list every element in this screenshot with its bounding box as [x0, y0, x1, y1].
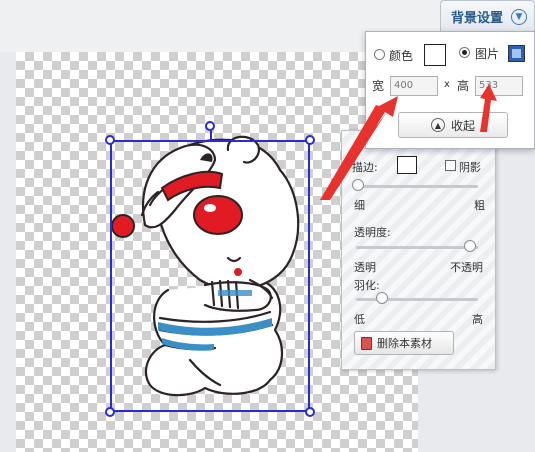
shadow-label: 阴影: [459, 161, 481, 174]
resize-handle-bottom-right[interactable]: [305, 407, 315, 417]
width-label: 宽: [372, 79, 385, 93]
shadow-checkbox[interactable]: [445, 160, 456, 171]
color-label: 颜色: [389, 49, 414, 63]
feather-slider-track[interactable]: [356, 298, 478, 301]
image-picker-icon[interactable]: [508, 45, 525, 62]
width-input[interactable]: 400: [390, 76, 438, 96]
thick-label: 粗: [474, 199, 485, 212]
chevron-circle-down-icon[interactable]: ▼: [511, 8, 528, 25]
image-radio[interactable]: [459, 47, 470, 58]
selection-box[interactable]: [110, 140, 310, 412]
trash-icon: [361, 336, 372, 350]
resize-handle-top-left[interactable]: [105, 135, 115, 145]
times-label: x: [444, 79, 450, 90]
resize-handle-bottom-left[interactable]: [105, 407, 115, 417]
opacity-slider-knob[interactable]: [464, 240, 476, 252]
collapse-label: 收起: [450, 118, 475, 133]
color-swatch[interactable]: [424, 44, 446, 66]
stroke-color-picker[interactable]: [397, 156, 417, 174]
high-label: 高: [472, 313, 483, 326]
delete-label: 删除本素材: [377, 337, 432, 350]
transparent-label: 透明: [354, 261, 376, 274]
stroke-slider-track[interactable]: [356, 185, 478, 188]
opaque-label: 不透明: [450, 261, 483, 274]
height-label: 高: [457, 79, 470, 93]
tab-title: 背景设置: [451, 11, 504, 26]
feather-label: 羽化:: [354, 279, 380, 292]
image-label: 图片: [475, 47, 500, 61]
tab-background-settings[interactable]: 背景设置 ▼: [440, 0, 535, 32]
property-panel: 描边: 阴影 细 粗 透明度: 透明 不透明 羽化: 低 高 删除本素材: [341, 130, 496, 370]
opacity-slider-track[interactable]: [356, 246, 478, 249]
chevron-up-icon: ▲: [430, 118, 445, 132]
resize-handle-top-right[interactable]: [305, 135, 315, 145]
delete-material-button[interactable]: 删除本素材: [354, 331, 454, 355]
feather-slider-knob[interactable]: [376, 292, 388, 304]
stroke-slider-knob[interactable]: [352, 179, 364, 191]
collapse-button[interactable]: ▲ 收起: [398, 112, 508, 138]
height-input[interactable]: 533: [475, 76, 523, 96]
rotate-handle-stem: [210, 130, 212, 141]
opacity-label: 透明度:: [354, 226, 391, 239]
background-settings-panel: 颜色 图片 宽 400 x 高 533 ▲ 收起: [365, 31, 535, 149]
color-radio[interactable]: [374, 49, 385, 60]
low-label: 低: [354, 313, 365, 326]
stroke-label: 描边:: [352, 161, 378, 174]
thin-label: 细: [354, 199, 365, 212]
